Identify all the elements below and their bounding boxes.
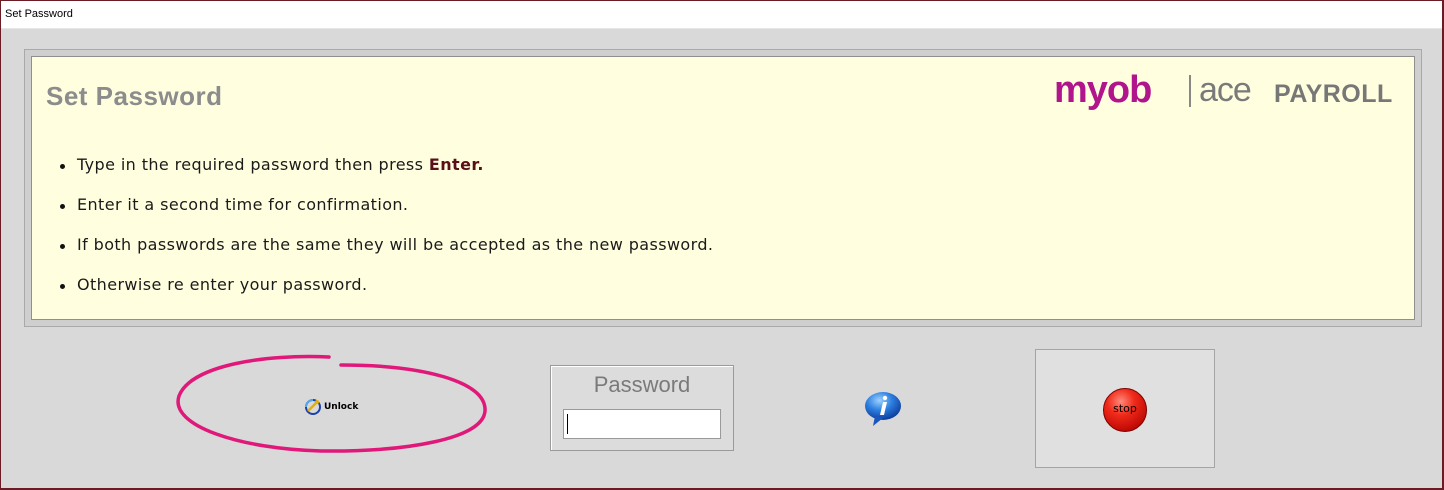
instruction-emphasis: Enter.: [428, 155, 484, 174]
title-bar: Set Password: [1, 1, 1442, 29]
set-password-window: Set Password Set Password myob ace PAYRO…: [1, 1, 1442, 488]
logo-product-name: PAYROLL: [1274, 80, 1393, 108]
password-label: Password: [593, 372, 691, 397]
info-icon[interactable]: [863, 390, 903, 428]
instruction-item: Otherwise re enter your password.: [60, 275, 713, 315]
stop-label: stop: [1113, 402, 1137, 415]
logo-divider: [1189, 75, 1191, 107]
stop-icon: stop: [1103, 388, 1147, 432]
myob-ace-payroll-logo: myob ace PAYROLL: [1054, 69, 1404, 117]
password-input[interactable]: [563, 409, 721, 439]
panel-title: Set Password: [46, 81, 223, 111]
logo-product-prefix: ace: [1199, 71, 1252, 109]
logo-brand: myob: [1054, 69, 1152, 111]
instruction-text: Type in the required password then press: [77, 155, 429, 174]
stop-button[interactable]: stop: [1035, 349, 1215, 468]
instruction-item: Type in the required password then press…: [60, 155, 713, 195]
text-caret: [567, 414, 568, 434]
instruction-text: Otherwise re enter your password.: [77, 275, 368, 294]
instruction-text: Enter it a second time for confirmation.: [77, 195, 409, 214]
instructions-panel: Set Password myob ace PAYROLL Type in th…: [24, 49, 1422, 327]
window-title: Set Password: [5, 8, 73, 20]
instruction-text: If both passwords are the same they will…: [77, 235, 714, 254]
unlock-icon: [304, 398, 322, 416]
unlock-label: Unlock: [324, 402, 359, 412]
instructions-panel-inner: Set Password myob ace PAYROLL Type in th…: [31, 56, 1415, 320]
instruction-list: Type in the required password then press…: [60, 155, 713, 315]
password-group: Password: [550, 365, 734, 451]
unlock-button[interactable]: Unlock: [304, 398, 374, 416]
instruction-item: If both passwords are the same they will…: [60, 235, 713, 275]
instruction-item: Enter it a second time for confirmation.: [60, 195, 713, 235]
